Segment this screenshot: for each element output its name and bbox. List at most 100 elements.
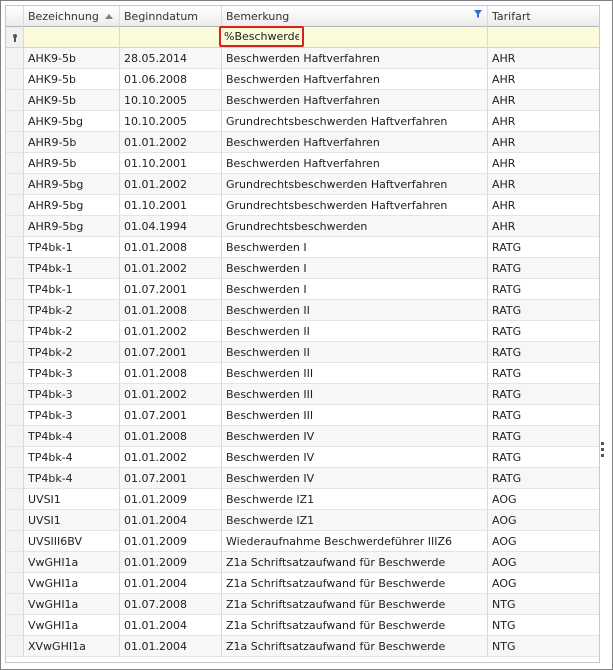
cell-bemerkung[interactable]: Beschwerden II — [222, 342, 488, 363]
cell-tarifart[interactable]: AHR — [488, 216, 599, 237]
cell-tarifart[interactable]: RATG — [488, 363, 599, 384]
table-row[interactable]: UVSIII6BV 01.01.2009 Wiederaufnahme Beschw… — [6, 531, 599, 552]
cell-beginndatum[interactable]: 01.07.2001 — [120, 468, 222, 489]
cell-bemerkung[interactable]: Z1a Schriftsatzaufwand für Beschwerde — [222, 615, 488, 636]
column-header-tarifart[interactable]: Tarifart — [488, 6, 599, 27]
table-row[interactable]: AHK9-5b 28.05.2014 Beschwerden Haftverfahr… — [6, 48, 599, 69]
cell-bezeichnung[interactable]: UVSI1 — [24, 489, 120, 510]
cell-beginndatum[interactable]: 01.07.2001 — [120, 405, 222, 426]
cell-bemerkung[interactable]: Beschwerden Haftverfahren — [222, 90, 488, 111]
row-indicator[interactable] — [6, 90, 24, 111]
cell-beginndatum[interactable]: 01.01.2008 — [120, 363, 222, 384]
cell-tarifart[interactable]: AOG — [488, 510, 599, 531]
row-indicator[interactable] — [6, 69, 24, 90]
cell-bemerkung[interactable]: Wiederaufnahme Beschwerdeführer IIIZ6 — [222, 531, 488, 552]
column-header-bezeichnung[interactable]: Bezeichnung — [24, 6, 120, 27]
cell-bezeichnung[interactable]: TP4bk-1 — [24, 258, 120, 279]
cell-beginndatum[interactable]: 01.01.2002 — [120, 321, 222, 342]
cell-bezeichnung[interactable]: AHK9-5b — [24, 48, 120, 69]
row-indicator[interactable] — [6, 258, 24, 279]
cell-bezeichnung[interactable]: TP4bk-3 — [24, 405, 120, 426]
row-indicator[interactable] — [6, 342, 24, 363]
cell-bezeichnung[interactable]: AHR9-5bg — [24, 216, 120, 237]
table-row[interactable]: AHR9-5bg 01.10.2001 Grundrechtsbeschwerden… — [6, 195, 599, 216]
row-indicator[interactable] — [6, 279, 24, 300]
cell-bezeichnung[interactable]: VwGHI1a — [24, 594, 120, 615]
table-row[interactable]: AHR9-5b 01.10.2001 Beschwerden Haftverfahr… — [6, 153, 599, 174]
cell-bezeichnung[interactable]: XVwGHI1a — [24, 636, 120, 657]
row-indicator[interactable] — [6, 153, 24, 174]
cell-bezeichnung[interactable]: AHK9-5b — [24, 69, 120, 90]
cell-bemerkung[interactable]: Beschwerden III — [222, 405, 488, 426]
cell-bemerkung[interactable]: Z1a Schriftsatzaufwand für Beschwerde — [222, 594, 488, 615]
cell-bezeichnung[interactable]: TP4bk-3 — [24, 363, 120, 384]
row-indicator[interactable] — [6, 195, 24, 216]
table-row[interactable]: AHK9-5bg 10.10.2005 Grundrechtsbeschwerden… — [6, 111, 599, 132]
cell-bezeichnung[interactable]: AHK9-5bg — [24, 111, 120, 132]
cell-beginndatum[interactable]: 01.01.2008 — [120, 426, 222, 447]
cell-beginndatum[interactable]: 01.10.2001 — [120, 195, 222, 216]
cell-tarifart[interactable]: RATG — [488, 447, 599, 468]
cell-bemerkung[interactable]: Grundrechtsbeschwerden Haftverfahren — [222, 174, 488, 195]
cell-bemerkung[interactable]: Beschwerden I — [222, 237, 488, 258]
row-indicator[interactable] — [6, 552, 24, 573]
cell-bemerkung[interactable]: Grundrechtsbeschwerden Haftverfahren — [222, 195, 488, 216]
cell-bezeichnung[interactable]: AHR9-5bg — [24, 195, 120, 216]
filter-cell-beginndatum[interactable] — [120, 27, 222, 48]
cell-bemerkung[interactable]: Beschwerden Haftverfahren — [222, 153, 488, 174]
cell-beginndatum[interactable]: 01.01.2004 — [120, 510, 222, 531]
cell-tarifart[interactable]: AOG — [488, 531, 599, 552]
cell-bemerkung[interactable]: Beschwerden IV — [222, 468, 488, 489]
cell-bezeichnung[interactable]: AHR9-5b — [24, 132, 120, 153]
cell-tarifart[interactable]: RATG — [488, 258, 599, 279]
cell-beginndatum[interactable]: 01.01.2002 — [120, 258, 222, 279]
cell-bezeichnung[interactable]: TP4bk-2 — [24, 321, 120, 342]
table-row[interactable]: VwGHI1a 01.01.2004 Z1a Schriftsatzaufwand … — [6, 615, 599, 636]
filter-funnel-icon[interactable] — [474, 10, 482, 18]
cell-bemerkung[interactable]: Beschwerden IV — [222, 426, 488, 447]
cell-beginndatum[interactable]: 01.01.2004 — [120, 573, 222, 594]
row-indicator[interactable] — [6, 510, 24, 531]
cell-bezeichnung[interactable]: VwGHI1a — [24, 615, 120, 636]
row-indicator[interactable] — [6, 489, 24, 510]
cell-tarifart[interactable]: AHR — [488, 48, 599, 69]
cell-bezeichnung[interactable]: AHR9-5b — [24, 153, 120, 174]
row-indicator[interactable] — [6, 132, 24, 153]
table-row[interactable]: AHR9-5b 01.01.2002 Beschwerden Haftverfahr… — [6, 132, 599, 153]
table-row[interactable]: UVSI1 01.01.2004 Beschwerde IZ1 AOG — [6, 510, 599, 531]
row-indicator[interactable] — [6, 111, 24, 132]
table-row[interactable]: TP4bk-1 01.07.2001 Beschwerden I RATG — [6, 279, 599, 300]
cell-beginndatum[interactable]: 01.01.2008 — [120, 237, 222, 258]
cell-tarifart[interactable]: RATG — [488, 468, 599, 489]
cell-bezeichnung[interactable]: AHR9-5bg — [24, 174, 120, 195]
cell-bemerkung[interactable]: Z1a Schriftsatzaufwand für Beschwerde — [222, 552, 488, 573]
cell-tarifart[interactable]: NTG — [488, 594, 599, 615]
row-indicator[interactable] — [6, 216, 24, 237]
cell-bemerkung[interactable]: Grundrechtsbeschwerden — [222, 216, 488, 237]
cell-bezeichnung[interactable]: TP4bk-4 — [24, 447, 120, 468]
cell-bemerkung[interactable]: Beschwerden I — [222, 258, 488, 279]
splitter-grip-icon[interactable] — [601, 442, 604, 458]
column-header-beginndatum[interactable]: Beginndatum — [120, 6, 222, 27]
row-indicator[interactable] — [6, 48, 24, 69]
cell-tarifart[interactable]: NTG — [488, 636, 599, 657]
cell-beginndatum[interactable]: 01.07.2001 — [120, 342, 222, 363]
row-indicator[interactable] — [6, 636, 24, 657]
cell-tarifart[interactable]: AHR — [488, 90, 599, 111]
row-indicator[interactable] — [6, 363, 24, 384]
cell-bemerkung[interactable]: Z1a Schriftsatzaufwand für Beschwerde — [222, 573, 488, 594]
cell-tarifart[interactable]: AOG — [488, 489, 599, 510]
cell-bemerkung[interactable]: Beschwerden II — [222, 300, 488, 321]
bemerkung-filter-input[interactable] — [219, 26, 304, 47]
row-indicator[interactable] — [6, 531, 24, 552]
cell-bezeichnung[interactable]: TP4bk-1 — [24, 237, 120, 258]
cell-tarifart[interactable]: AHR — [488, 132, 599, 153]
table-row[interactable]: TP4bk-2 01.01.2002 Beschwerden II RATG — [6, 321, 599, 342]
row-indicator[interactable] — [6, 237, 24, 258]
cell-beginndatum[interactable]: 01.10.2001 — [120, 153, 222, 174]
cell-bemerkung[interactable]: Beschwerden III — [222, 384, 488, 405]
cell-beginndatum[interactable]: 01.01.2008 — [120, 300, 222, 321]
cell-tarifart[interactable]: RATG — [488, 384, 599, 405]
cell-tarifart[interactable]: RATG — [488, 342, 599, 363]
table-row[interactable]: TP4bk-4 01.01.2008 Beschwerden IV RATG — [6, 426, 599, 447]
